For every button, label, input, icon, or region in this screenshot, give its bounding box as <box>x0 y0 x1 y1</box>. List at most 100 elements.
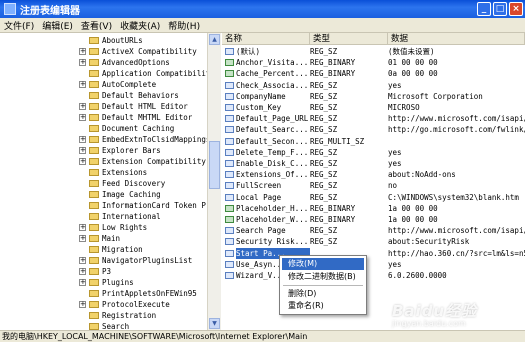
value-type: REG_MULTI_SZ <box>310 136 365 146</box>
tree-item[interactable]: + Default HTML Editor <box>0 101 207 112</box>
menu-help[interactable]: 帮助(H) <box>168 19 200 32</box>
close-button[interactable]: × <box>509 2 523 16</box>
value-row[interactable]: Start Pa... http://hao.360.cn/?src=lm&ls=… <box>222 247 525 259</box>
tree-item[interactable]: InformationCard Token Prov: <box>0 200 207 211</box>
tree-item[interactable]: Feed Discovery <box>0 178 207 189</box>
tree-expander-icon[interactable]: + <box>79 301 86 308</box>
binary-value-icon <box>225 59 234 67</box>
folder-icon <box>89 257 99 264</box>
value-row[interactable]: Delete_Temp_F... REG_SZ yes <box>222 147 525 158</box>
tree-scrollbar[interactable]: ▲ ▼ <box>207 33 221 330</box>
menu-file[interactable]: 文件(F) <box>4 19 34 32</box>
folder-icon <box>89 81 99 88</box>
tree-expander-icon[interactable]: + <box>79 48 86 55</box>
tree-item[interactable]: + Plugins <box>0 277 207 288</box>
folder-icon <box>89 37 99 44</box>
menu-item-delete[interactable]: 删除(D) <box>282 288 364 300</box>
value-data: yes <box>388 259 402 269</box>
value-row[interactable]: (默认) REG_SZ (数值未设置) <box>222 46 525 57</box>
values-pane[interactable]: 名称 类型 数据 (默认) REG_SZ (数值未设置) Anchor_Visita.… <box>222 33 525 330</box>
value-row[interactable]: Default_Searc... REG_SZ http://go.microsof… <box>222 124 525 135</box>
tree-item[interactable]: + ProtocolExecute <box>0 299 207 310</box>
value-row[interactable]: Custom_Key REG_SZ MICROSO <box>222 102 525 113</box>
minimize-button[interactable]: _ <box>477 2 491 16</box>
menu-edit[interactable]: 编辑(E) <box>42 19 73 32</box>
value-row[interactable]: Use_Asyn... yes <box>222 259 525 270</box>
value-type: REG_BINARY <box>310 215 356 224</box>
folder-icon <box>89 191 99 198</box>
value-name: Extensions_Of... <box>236 170 309 180</box>
tree-expander-icon[interactable]: + <box>79 103 86 110</box>
menu-view[interactable]: 查看(V) <box>81 19 112 32</box>
value-row[interactable]: Placeholder_H... REG_BINARY 1a 00 00 00 <box>222 203 525 214</box>
value-row[interactable]: Default_Secon... REG_MULTI_SZ <box>222 136 525 147</box>
tree-item[interactable]: + NavigatorPluginsList <box>0 255 207 266</box>
scroll-up-icon[interactable]: ▲ <box>209 34 220 45</box>
tree-item[interactable]: + AutoComplete <box>0 79 207 90</box>
tree-item[interactable]: + P3 <box>0 266 207 277</box>
menu-item-modify[interactable]: 修改(M) <box>282 258 364 270</box>
value-row[interactable]: Placeholder_W... REG_BINARY 1a 00 00 00 <box>222 214 525 225</box>
scroll-thumb[interactable] <box>209 141 220 189</box>
value-row[interactable]: Enable_Disk_C... REG_SZ yes <box>222 158 525 169</box>
value-type: REG_SZ <box>310 192 338 202</box>
value-row[interactable]: Anchor_Visita... REG_BINARY 01 00 00 00 <box>222 57 525 68</box>
folder-icon <box>89 213 99 220</box>
tree-item[interactable]: Document Caching <box>0 123 207 134</box>
tree-expander-icon[interactable]: + <box>79 257 86 264</box>
tree-item[interactable]: + Default MHTML Editor <box>0 112 207 123</box>
maximize-button[interactable]: □ <box>493 2 507 16</box>
value-row[interactable]: Local Page REG_SZ C:\WINDOWS\system32\blan… <box>222 192 525 203</box>
value-row[interactable]: Wizard_V... 6.0.2600.0000 <box>222 270 525 281</box>
tree-item[interactable]: International <box>0 211 207 222</box>
tree-expander-icon[interactable]: + <box>79 136 86 143</box>
tree-item[interactable]: + EmbedExtnToClsidMappings <box>0 134 207 145</box>
value-data: 1a 00 00 00 <box>388 203 438 213</box>
tree-item[interactable]: Extensions <box>0 167 207 178</box>
tree-item[interactable]: Search <box>0 321 207 330</box>
value-row[interactable]: Cache_Percent... REG_BINARY 0a 00 00 00 <box>222 68 525 79</box>
tree-expander-icon[interactable]: + <box>79 114 86 121</box>
tree-item[interactable]: + ActiveX Compatibility <box>0 46 207 57</box>
tree-expander-icon[interactable]: + <box>79 224 86 231</box>
tree-item[interactable]: Image Caching <box>0 189 207 200</box>
tree-item-label: Extension Compatibility <box>102 157 206 166</box>
tree-expander-icon[interactable]: + <box>79 147 86 154</box>
column-header-type[interactable]: 类型 <box>310 33 388 45</box>
tree-expander-icon[interactable]: + <box>79 268 86 275</box>
tree-item[interactable]: AboutURLs <box>0 35 207 46</box>
value-data: yes <box>388 159 402 168</box>
column-header-data[interactable]: 数据 <box>388 33 525 45</box>
tree-item[interactable]: + AdvancedOptions <box>0 57 207 68</box>
tree-item[interactable]: + Low Rights <box>0 222 207 233</box>
value-data: Microsoft Corporation <box>388 91 483 101</box>
tree-expander-icon[interactable]: + <box>79 158 86 165</box>
value-row[interactable]: CompanyName REG_SZ Microsoft Corporation <box>222 91 525 102</box>
menu-item-rename[interactable]: 重命名(R) <box>282 300 364 312</box>
tree-expander-icon[interactable]: + <box>79 235 86 242</box>
menu-favorites[interactable]: 收藏夹(A) <box>120 19 160 32</box>
tree-expander-icon[interactable]: + <box>79 279 86 286</box>
column-header-name[interactable]: 名称 <box>222 33 310 45</box>
tree-item[interactable]: Registration <box>0 310 207 321</box>
tree-item[interactable]: Application Compatibility <box>0 68 207 79</box>
tree-item[interactable]: + Explorer Bars <box>0 145 207 156</box>
tree-item[interactable]: Migration <box>0 244 207 255</box>
tree-expander-icon[interactable]: + <box>79 81 86 88</box>
tree-item[interactable]: Default Behaviors <box>0 90 207 101</box>
value-row[interactable]: FullScreen REG_SZ no <box>222 180 525 191</box>
tree-item[interactable]: PrintAppletsOnFEWin95 <box>0 288 207 299</box>
menu-item-modify-binary[interactable]: 修改二进制数据(B) <box>282 271 364 283</box>
tree-item[interactable]: + Main <box>0 233 207 244</box>
value-row[interactable]: Security Risk... REG_SZ about:SecurityRisk <box>222 236 525 247</box>
key-tree[interactable]: AboutURLs + ActiveX Compatibility + Advanced… <box>0 33 207 330</box>
value-row[interactable]: Check_Associa... REG_SZ yes <box>222 80 525 91</box>
value-row[interactable]: Extensions_Of... REG_SZ about:NoAdd-ons <box>222 169 525 180</box>
scroll-down-icon[interactable]: ▼ <box>209 318 220 329</box>
tree-item[interactable]: + Extension Compatibility <box>0 156 207 167</box>
tree-expander-icon[interactable]: + <box>79 59 86 66</box>
folder-icon <box>89 136 99 143</box>
value-row[interactable]: Search Page REG_SZ http://www.microsoft.co… <box>222 225 525 236</box>
folder-icon <box>89 158 99 165</box>
value-row[interactable]: Default_Page_URL REG_SZ http://www.microso… <box>222 113 525 124</box>
